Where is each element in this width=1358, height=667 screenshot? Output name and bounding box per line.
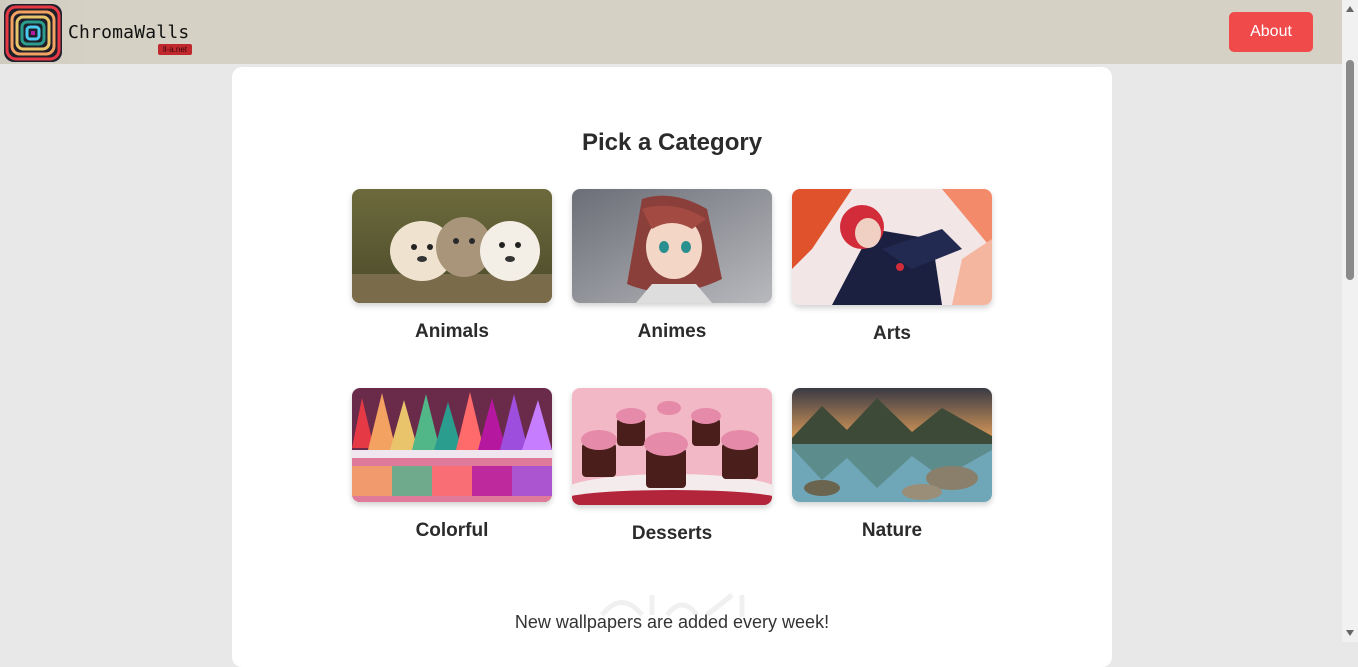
category-tile-desserts[interactable]: Desserts xyxy=(572,388,772,544)
category-label-nature[interactable]: Nature xyxy=(792,520,992,542)
cupcakes-photo[interactable] xyxy=(572,388,772,505)
category-tile-animals[interactable]: Animals xyxy=(352,189,552,342)
mountain-lake-photo[interactable] xyxy=(792,388,992,502)
vertical-scrollbar[interactable] xyxy=(1342,0,1358,642)
scroll-down-icon[interactable] xyxy=(1346,630,1354,636)
anime-girl-photo[interactable] xyxy=(572,189,772,303)
brand-tag: ll-a.net xyxy=(158,44,192,55)
about-button[interactable]: About xyxy=(1229,12,1313,52)
chroma-swirl-logo-icon[interactable] xyxy=(4,4,62,62)
category-tile-colorful[interactable]: Colorful xyxy=(352,388,552,541)
brand-name[interactable]: ChromaWalls xyxy=(68,22,189,43)
category-label-arts[interactable]: Arts xyxy=(792,323,992,345)
scroll-up-icon[interactable] xyxy=(1346,6,1354,12)
category-label-colorful[interactable]: Colorful xyxy=(352,520,552,542)
category-tile-animes[interactable]: Animes xyxy=(572,189,772,342)
category-tile-arts[interactable]: Arts xyxy=(792,189,992,344)
scrollbar-thumb[interactable] xyxy=(1346,60,1354,280)
category-label-animals[interactable]: Animals xyxy=(352,321,552,343)
page-title: Pick a Category xyxy=(581,129,763,156)
colorful-forest-photo[interactable] xyxy=(352,388,552,502)
top-header: ChromaWalls ll-a.net About xyxy=(0,0,1342,64)
category-tile-nature[interactable]: Nature xyxy=(792,388,992,541)
category-label-animes[interactable]: Animes xyxy=(572,321,772,343)
animals-photo[interactable] xyxy=(352,189,552,303)
category-card: Pick a Category Animals Animes Arts Colo… xyxy=(232,67,1112,667)
anime-art-photo[interactable] xyxy=(792,189,992,305)
footer-note: New wallpapers are added every week! xyxy=(514,612,830,632)
category-label-desserts[interactable]: Desserts xyxy=(572,523,772,545)
